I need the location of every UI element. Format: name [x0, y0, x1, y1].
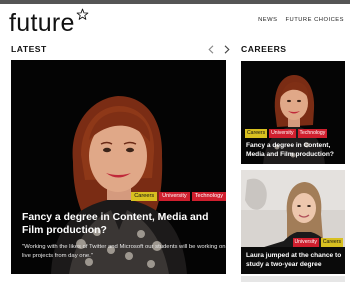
- top-bar: [0, 0, 350, 4]
- logo-text: future: [9, 9, 75, 37]
- star-icon: [76, 8, 89, 20]
- feature-photo: [11, 60, 226, 274]
- nav-item-future-choices[interactable]: FUTURE CHOICES: [285, 17, 344, 23]
- tag-university[interactable]: University: [269, 129, 296, 138]
- feature-title[interactable]: Fancy a degree in Content, Media and Fil…: [22, 211, 222, 237]
- feature-description: "Working with the likes of Twitter and M…: [22, 244, 226, 259]
- careers-heading: CAREERS: [241, 44, 287, 54]
- tag-university[interactable]: University: [292, 238, 319, 247]
- careers-card[interactable]: Careers University Technology Fancy a de…: [241, 61, 345, 164]
- carousel-controls: [206, 44, 231, 54]
- site-logo[interactable]: future: [9, 8, 89, 37]
- careers-card[interactable]: University Careers Laura jumped at the c…: [241, 170, 345, 274]
- tag-technology[interactable]: Technology: [191, 192, 226, 201]
- tag-careers[interactable]: Careers: [320, 238, 343, 247]
- chevron-right-icon: [224, 44, 230, 54]
- next-card-peek: [241, 276, 345, 282]
- tag-university[interactable]: University: [159, 192, 190, 201]
- carousel-prev-button[interactable]: [206, 44, 215, 54]
- tag-technology[interactable]: Technology: [297, 129, 328, 138]
- carousel-next-button[interactable]: [222, 44, 231, 54]
- careers-card-title[interactable]: Laura jumped at the chance to study a tw…: [246, 251, 342, 269]
- tag-careers[interactable]: Careers: [131, 192, 158, 201]
- tag-careers[interactable]: Careers: [245, 129, 268, 138]
- careers-card-tags: University Careers: [292, 238, 343, 247]
- feature-tags: Careers University Technology: [131, 192, 226, 201]
- chevron-left-icon: [207, 44, 213, 54]
- main-nav: NEWS FUTURE CHOICES: [258, 17, 344, 23]
- latest-heading: LATEST: [11, 44, 47, 54]
- careers-card-title[interactable]: Fancy a degree in Content, Media and Fil…: [246, 141, 342, 159]
- nav-item-news[interactable]: NEWS: [258, 17, 277, 23]
- feature-article-card[interactable]: Careers University Technology Fancy a de…: [11, 60, 226, 274]
- careers-card-tags: Careers University Technology: [245, 129, 328, 138]
